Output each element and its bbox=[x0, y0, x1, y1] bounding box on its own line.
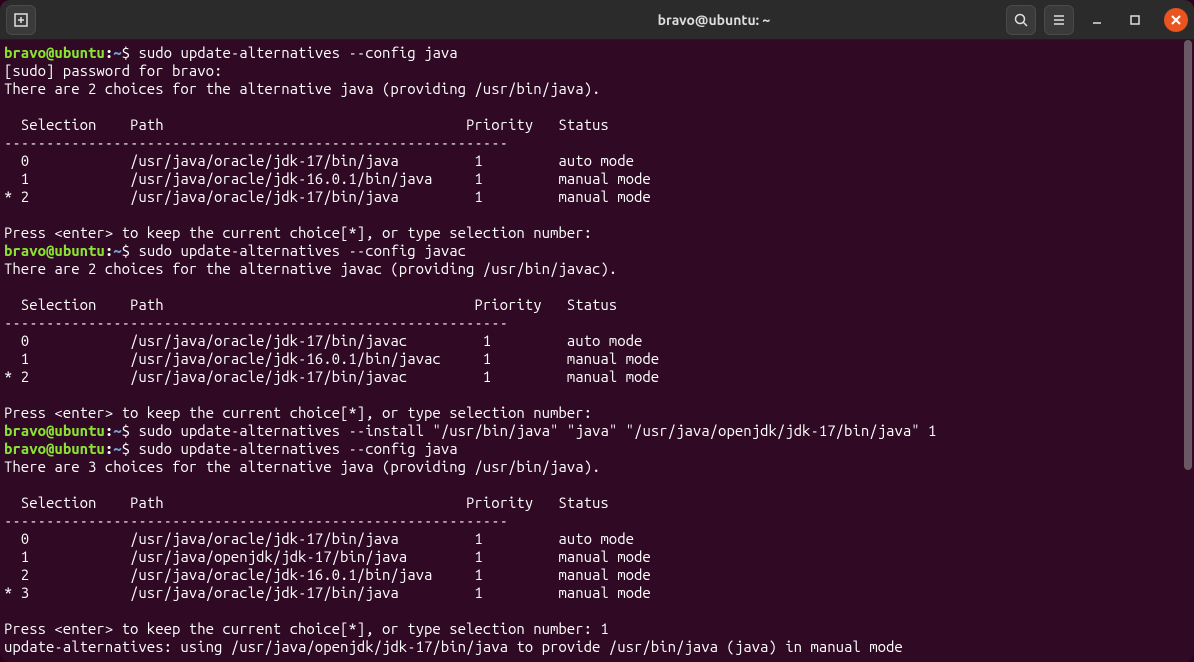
output-line: There are 2 choices for the alternative … bbox=[4, 80, 600, 97]
table-row: 2 /usr/java/oracle/jdk-16.0.1/bin/java 1… bbox=[4, 566, 651, 583]
prompt-user: bravo bbox=[4, 422, 46, 439]
terminal-output[interactable]: bravo@ubuntu:~$ sudo update-alternatives… bbox=[0, 40, 1182, 662]
hamburger-icon bbox=[1051, 12, 1067, 28]
scrollbar[interactable] bbox=[1182, 40, 1194, 662]
prompt-dollar: $ bbox=[122, 422, 139, 439]
table-row: 0 /usr/java/oracle/jdk-17/bin/java 1 aut… bbox=[4, 152, 634, 169]
prompt-dollar: $ bbox=[122, 440, 139, 457]
table-row: * 2 /usr/java/oracle/jdk-17/bin/javac 1 … bbox=[4, 368, 659, 385]
prompt-host: ubuntu bbox=[54, 440, 104, 457]
window-title: bravo@ubuntu: ~ bbox=[428, 12, 1000, 28]
table-row: 1 /usr/java/openjdk/jdk-17/bin/java 1 ma… bbox=[4, 548, 651, 565]
minimize-icon bbox=[1089, 12, 1105, 28]
prompt-colon: : bbox=[105, 44, 113, 61]
prompt-path: ~ bbox=[113, 44, 121, 61]
terminal-window: bravo@ubuntu: ~ bravo@ubuntu:~$ sudo upd… bbox=[0, 0, 1194, 662]
command-line: sudo update-alternatives --install "/usr… bbox=[138, 422, 936, 439]
table-header: Selection Path Priority Status bbox=[4, 116, 609, 133]
table-row: 1 /usr/java/oracle/jdk-16.0.1/bin/java 1… bbox=[4, 170, 651, 187]
table-header: Selection Path Priority Status bbox=[4, 494, 609, 511]
prompt-dollar: $ bbox=[122, 44, 139, 61]
prompt-line: Press <enter> to keep the current choice… bbox=[4, 404, 592, 421]
menu-button[interactable] bbox=[1044, 5, 1074, 35]
new-tab-icon bbox=[13, 12, 29, 28]
table-row: 0 /usr/java/oracle/jdk-17/bin/java 1 aut… bbox=[4, 530, 634, 547]
prompt-colon: : bbox=[105, 422, 113, 439]
minimize-button[interactable] bbox=[1082, 5, 1112, 35]
table-row: * 3 /usr/java/oracle/jdk-17/bin/java 1 m… bbox=[4, 584, 651, 601]
prompt-user: bravo bbox=[4, 44, 46, 61]
new-tab-button[interactable] bbox=[6, 5, 36, 35]
prompt-user: bravo bbox=[4, 242, 46, 259]
prompt-line: Press <enter> to keep the current choice… bbox=[4, 224, 592, 241]
output-line: update-alternatives: using /usr/java/ope… bbox=[4, 638, 903, 655]
table-separator: ----------------------------------------… bbox=[4, 512, 508, 529]
prompt-user: bravo bbox=[4, 440, 46, 457]
command-line: sudo update-alternatives --config javac bbox=[138, 242, 466, 259]
table-separator: ----------------------------------------… bbox=[4, 314, 508, 331]
scrollbar-thumb[interactable] bbox=[1184, 40, 1192, 470]
prompt-dollar: $ bbox=[122, 242, 139, 259]
prompt-host: ubuntu bbox=[54, 422, 104, 439]
prompt-line: Press <enter> to keep the current choice… bbox=[4, 620, 609, 637]
close-icon bbox=[1168, 12, 1184, 28]
command-line: sudo update-alternatives --config java bbox=[138, 440, 457, 457]
table-header: Selection Path Priority Status bbox=[4, 296, 617, 313]
search-button[interactable] bbox=[1006, 5, 1036, 35]
maximize-button[interactable] bbox=[1120, 5, 1150, 35]
table-row: 1 /usr/java/oracle/jdk-16.0.1/bin/javac … bbox=[4, 350, 659, 367]
output-line: [sudo] password for bravo: bbox=[4, 62, 222, 79]
titlebar: bravo@ubuntu: ~ bbox=[0, 0, 1194, 40]
search-icon bbox=[1013, 12, 1029, 28]
prompt-colon: : bbox=[105, 242, 113, 259]
maximize-icon bbox=[1127, 12, 1143, 28]
output-line: There are 3 choices for the alternative … bbox=[4, 458, 600, 475]
command-line: sudo update-alternatives --config java bbox=[138, 44, 457, 61]
table-row: * 2 /usr/java/oracle/jdk-17/bin/java 1 m… bbox=[4, 188, 651, 205]
table-separator: ----------------------------------------… bbox=[4, 134, 508, 151]
table-row: 0 /usr/java/oracle/jdk-17/bin/javac 1 au… bbox=[4, 332, 642, 349]
prompt-host: ubuntu bbox=[54, 242, 104, 259]
prompt-colon: : bbox=[105, 440, 113, 457]
prompt-host: ubuntu bbox=[54, 44, 104, 61]
prompt-path: ~ bbox=[113, 440, 121, 457]
prompt-path: ~ bbox=[113, 422, 121, 439]
close-button[interactable] bbox=[1164, 8, 1188, 32]
output-line: There are 2 choices for the alternative … bbox=[4, 260, 617, 277]
prompt-path: ~ bbox=[113, 242, 121, 259]
